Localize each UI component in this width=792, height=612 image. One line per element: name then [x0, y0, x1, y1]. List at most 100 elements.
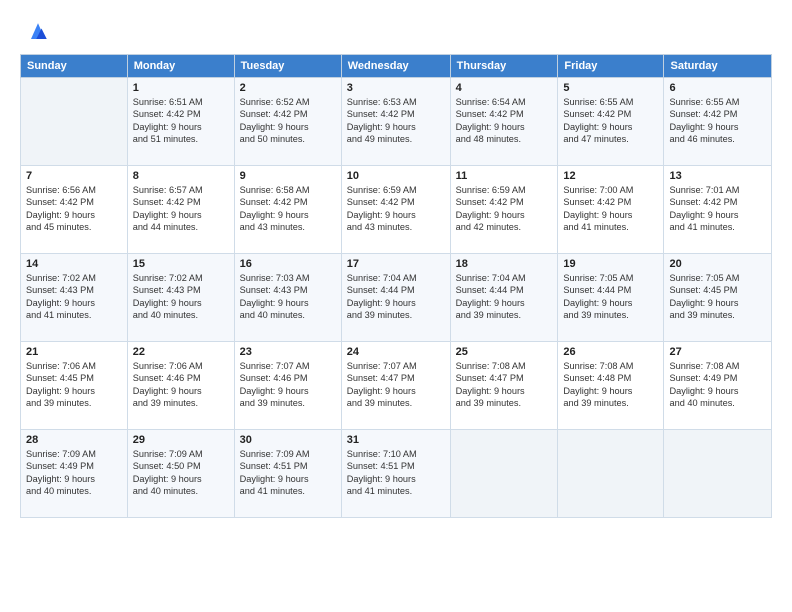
weekday-header-wednesday: Wednesday — [341, 55, 450, 78]
day-info: Sunrise: 7:04 AMSunset: 4:44 PMDaylight:… — [347, 272, 445, 322]
day-info: Sunrise: 7:09 AMSunset: 4:51 PMDaylight:… — [240, 448, 336, 498]
day-number: 21 — [26, 346, 122, 358]
day-info: Sunrise: 7:02 AMSunset: 4:43 PMDaylight:… — [26, 272, 122, 322]
day-info: Sunrise: 7:08 AMSunset: 4:48 PMDaylight:… — [563, 360, 658, 410]
day-number: 2 — [240, 82, 336, 94]
day-number: 29 — [133, 434, 229, 446]
day-info: Sunrise: 7:05 AMSunset: 4:44 PMDaylight:… — [563, 272, 658, 322]
weekday-header-monday: Monday — [127, 55, 234, 78]
day-info: Sunrise: 7:04 AMSunset: 4:44 PMDaylight:… — [456, 272, 553, 322]
calendar-cell: 10 Sunrise: 6:59 AMSunset: 4:42 PMDayligh… — [341, 166, 450, 254]
day-number: 13 — [669, 170, 766, 182]
weekday-header-saturday: Saturday — [664, 55, 772, 78]
day-number: 30 — [240, 434, 336, 446]
logo — [20, 18, 52, 46]
day-info: Sunrise: 7:07 AMSunset: 4:46 PMDaylight:… — [240, 360, 336, 410]
weekday-header-friday: Friday — [558, 55, 664, 78]
day-info: Sunrise: 6:52 AMSunset: 4:42 PMDaylight:… — [240, 96, 336, 146]
calendar-cell: 23Sunrise: 7:07 AMSunset: 4:46 PMDayligh… — [234, 342, 341, 430]
calendar-cell: 14 Sunrise: 7:02 AMSunset: 4:43 PMDayligh… — [21, 254, 128, 342]
calendar-cell: 7 Sunrise: 6:56 AMSunset: 4:42 PMDaylight… — [21, 166, 128, 254]
day-number: 11 — [456, 170, 553, 182]
day-number: 19 — [563, 258, 658, 270]
calendar-cell — [21, 78, 128, 166]
weekday-header-tuesday: Tuesday — [234, 55, 341, 78]
day-info: Sunrise: 6:58 AMSunset: 4:42 PMDaylight:… — [240, 184, 336, 234]
day-number: 4 — [456, 82, 553, 94]
calendar-cell: 2 Sunrise: 6:52 AMSunset: 4:42 PMDaylight… — [234, 78, 341, 166]
calendar-table: SundayMondayTuesdayWednesdayThursdayFrid… — [20, 54, 772, 518]
calendar-cell: 29 Sunrise: 7:09 AMSunset: 4:50 PMDayligh… — [127, 430, 234, 518]
calendar-cell: 18 Sunrise: 7:04 AMSunset: 4:44 PMDayligh… — [450, 254, 558, 342]
day-info: Sunrise: 7:07 AMSunset: 4:47 PMDaylight:… — [347, 360, 445, 410]
weekday-header-thursday: Thursday — [450, 55, 558, 78]
day-info: Sunrise: 7:09 AMSunset: 4:49 PMDaylight:… — [26, 448, 122, 498]
calendar-cell: 20 Sunrise: 7:05 AMSunset: 4:45 PMDayligh… — [664, 254, 772, 342]
calendar-cell: 11 Sunrise: 6:59 AMSunset: 4:42 PMDayligh… — [450, 166, 558, 254]
calendar-page: SundayMondayTuesdayWednesdayThursdayFrid… — [0, 0, 792, 612]
calendar-cell: 17 Sunrise: 7:04 AMSunset: 4:44 PMDayligh… — [341, 254, 450, 342]
calendar-cell: 5Sunrise: 6:55 AMSunset: 4:42 PMDaylight… — [558, 78, 664, 166]
calendar-cell — [664, 430, 772, 518]
day-info: Sunrise: 6:51 AMSunset: 4:42 PMDaylight:… — [133, 96, 229, 146]
day-info: Sunrise: 7:08 AMSunset: 4:47 PMDaylight:… — [456, 360, 553, 410]
calendar-cell: 27 Sunrise: 7:08 AMSunset: 4:49 PMDayligh… — [664, 342, 772, 430]
week-row-2: 7 Sunrise: 6:56 AMSunset: 4:42 PMDaylight… — [21, 166, 772, 254]
day-number: 1 — [133, 82, 229, 94]
day-number: 26 — [563, 346, 658, 358]
day-info: Sunrise: 6:59 AMSunset: 4:42 PMDaylight:… — [456, 184, 553, 234]
calendar-cell: 9 Sunrise: 6:58 AMSunset: 4:42 PMDaylight… — [234, 166, 341, 254]
week-row-1: 1 Sunrise: 6:51 AMSunset: 4:42 PMDaylight… — [21, 78, 772, 166]
calendar-cell: 19 Sunrise: 7:05 AMSunset: 4:44 PMDayligh… — [558, 254, 664, 342]
weekday-header-sunday: Sunday — [21, 55, 128, 78]
day-info: Sunrise: 7:02 AMSunset: 4:43 PMDaylight:… — [133, 272, 229, 322]
day-number: 8 — [133, 170, 229, 182]
day-number: 14 — [26, 258, 122, 270]
calendar-cell: 4Sunrise: 6:54 AMSunset: 4:42 PMDaylight… — [450, 78, 558, 166]
day-number: 31 — [347, 434, 445, 446]
day-info: Sunrise: 7:03 AMSunset: 4:43 PMDaylight:… — [240, 272, 336, 322]
day-number: 12 — [563, 170, 658, 182]
day-number: 9 — [240, 170, 336, 182]
day-info: Sunrise: 7:09 AMSunset: 4:50 PMDaylight:… — [133, 448, 229, 498]
day-info: Sunrise: 6:55 AMSunset: 4:42 PMDaylight:… — [669, 96, 766, 146]
calendar-cell: 1 Sunrise: 6:51 AMSunset: 4:42 PMDaylight… — [127, 78, 234, 166]
calendar-cell: 8Sunrise: 6:57 AMSunset: 4:42 PMDaylight… — [127, 166, 234, 254]
day-number: 7 — [26, 170, 122, 182]
day-number: 3 — [347, 82, 445, 94]
calendar-cell: 6 Sunrise: 6:55 AMSunset: 4:42 PMDaylight… — [664, 78, 772, 166]
day-info: Sunrise: 7:05 AMSunset: 4:45 PMDaylight:… — [669, 272, 766, 322]
week-row-4: 21 Sunrise: 7:06 AMSunset: 4:45 PMDayligh… — [21, 342, 772, 430]
calendar-cell: 12 Sunrise: 7:00 AMSunset: 4:42 PMDayligh… — [558, 166, 664, 254]
day-number: 10 — [347, 170, 445, 182]
day-info: Sunrise: 6:53 AMSunset: 4:42 PMDaylight:… — [347, 96, 445, 146]
calendar-cell: 13Sunrise: 7:01 AMSunset: 4:42 PMDayligh… — [664, 166, 772, 254]
day-number: 6 — [669, 82, 766, 94]
calendar-cell: 22 Sunrise: 7:06 AMSunset: 4:46 PMDayligh… — [127, 342, 234, 430]
calendar-cell: 16 Sunrise: 7:03 AMSunset: 4:43 PMDayligh… — [234, 254, 341, 342]
calendar-cell: 24Sunrise: 7:07 AMSunset: 4:47 PMDayligh… — [341, 342, 450, 430]
day-info: Sunrise: 6:55 AMSunset: 4:42 PMDaylight:… — [563, 96, 658, 146]
day-info: Sunrise: 7:06 AMSunset: 4:45 PMDaylight:… — [26, 360, 122, 410]
day-info: Sunrise: 7:10 AMSunset: 4:51 PMDaylight:… — [347, 448, 445, 498]
week-row-5: 28 Sunrise: 7:09 AMSunset: 4:49 PMDayligh… — [21, 430, 772, 518]
calendar-cell: 28 Sunrise: 7:09 AMSunset: 4:49 PMDayligh… — [21, 430, 128, 518]
calendar-cell: 3 Sunrise: 6:53 AMSunset: 4:42 PMDaylight… — [341, 78, 450, 166]
day-info: Sunrise: 6:59 AMSunset: 4:42 PMDaylight:… — [347, 184, 445, 234]
day-number: 28 — [26, 434, 122, 446]
day-number: 16 — [240, 258, 336, 270]
calendar-cell: 21 Sunrise: 7:06 AMSunset: 4:45 PMDayligh… — [21, 342, 128, 430]
day-number: 27 — [669, 346, 766, 358]
day-info: Sunrise: 7:06 AMSunset: 4:46 PMDaylight:… — [133, 360, 229, 410]
day-number: 18 — [456, 258, 553, 270]
calendar-cell: 31 Sunrise: 7:10 AMSunset: 4:51 PMDayligh… — [341, 430, 450, 518]
calendar-cell: 26 Sunrise: 7:08 AMSunset: 4:48 PMDayligh… — [558, 342, 664, 430]
weekday-header-row: SundayMondayTuesdayWednesdayThursdayFrid… — [21, 55, 772, 78]
day-info: Sunrise: 7:08 AMSunset: 4:49 PMDaylight:… — [669, 360, 766, 410]
day-info: Sunrise: 7:00 AMSunset: 4:42 PMDaylight:… — [563, 184, 658, 234]
day-number: 17 — [347, 258, 445, 270]
calendar-cell — [450, 430, 558, 518]
day-number: 20 — [669, 258, 766, 270]
day-number: 22 — [133, 346, 229, 358]
day-info: Sunrise: 6:56 AMSunset: 4:42 PMDaylight:… — [26, 184, 122, 234]
